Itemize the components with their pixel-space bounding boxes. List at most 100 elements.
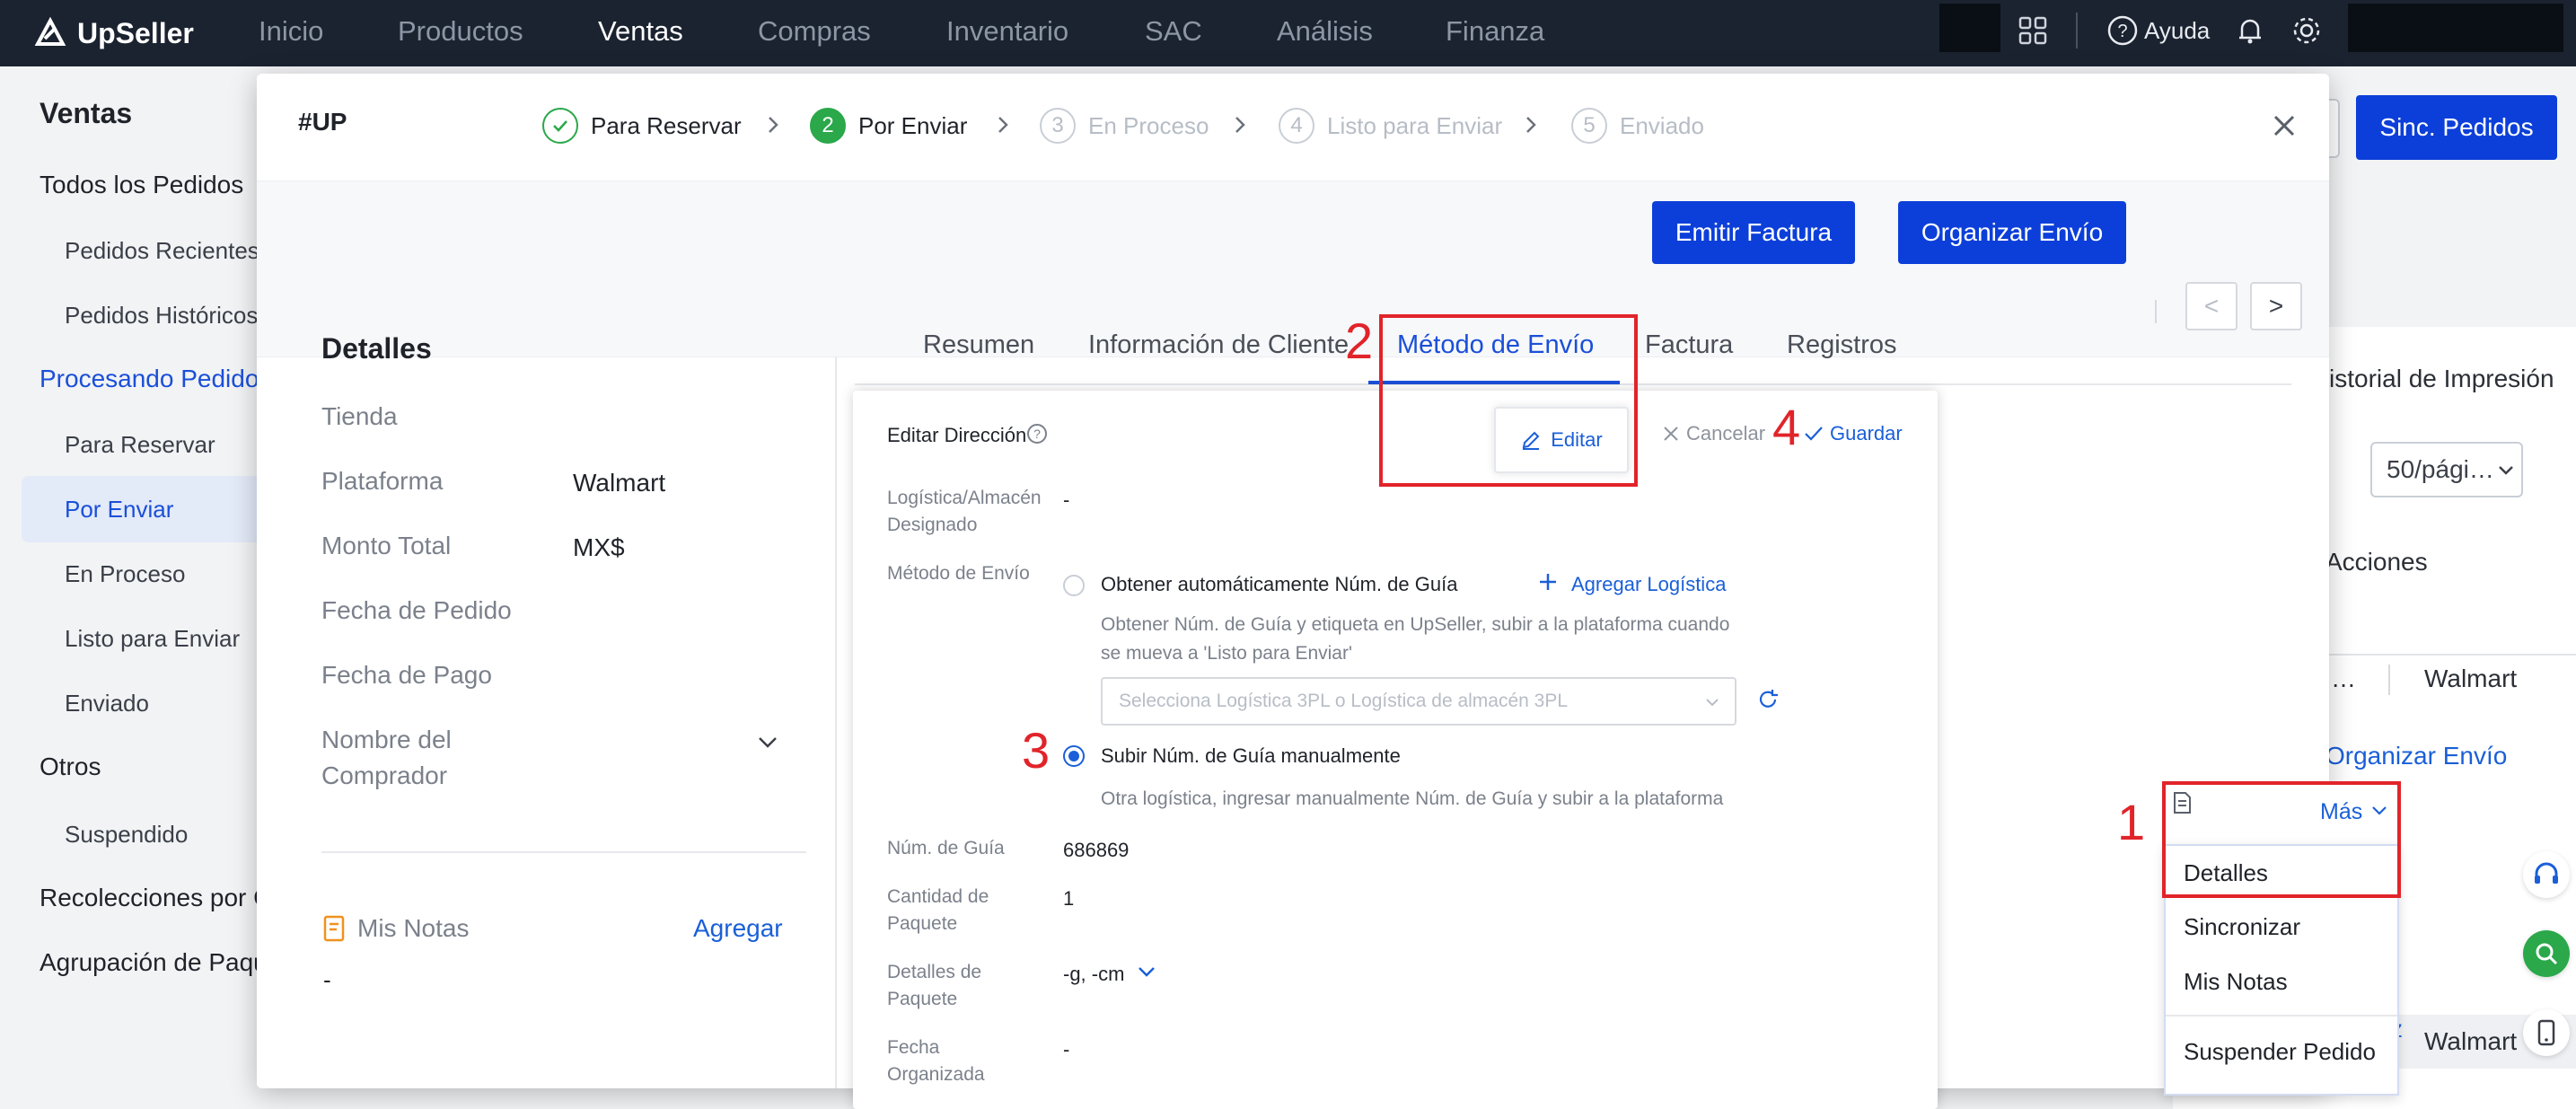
package-qty-label: Cantidad de Paquete [887, 886, 989, 934]
logistics-value: - [1063, 488, 1070, 511]
nav-inicio[interactable]: Inicio [259, 0, 323, 66]
nav-ventas[interactable]: Ventas [598, 0, 683, 66]
shipping-method-label: Método de Envío [887, 563, 1030, 584]
chevron-down-icon [2499, 466, 2513, 475]
annotation-number-3: 3 [1022, 722, 1051, 779]
help-label[interactable]: Ayuda [2144, 13, 2210, 48]
previous-order-button[interactable]: < [2185, 282, 2238, 330]
close-icon[interactable] [2266, 108, 2302, 144]
step-number: 3 [1040, 108, 1076, 144]
user-account-area[interactable] [2348, 4, 2563, 52]
annotation-box-tab [1379, 314, 1638, 487]
print-history-link[interactable]: istorial de Impresión [2329, 365, 2554, 393]
next-order-button[interactable]: > [2250, 282, 2302, 330]
help-icon[interactable]: ? [2106, 14, 2139, 47]
search-float-icon[interactable] [2523, 930, 2570, 977]
arrange-shipping-button[interactable]: Organizar Envío [1898, 201, 2126, 264]
sidebar-item-enviado[interactable]: Enviado [65, 690, 149, 717]
radio-manual-tracking[interactable] [1063, 745, 1085, 767]
sidebar-item-historicos[interactable]: Pedidos Históricos [65, 302, 258, 330]
nav-divider [2076, 13, 2078, 48]
sidebar-item-en-proceso[interactable]: En Proceso [65, 560, 185, 588]
arranged-date-label: Fecha Organizada [887, 1037, 985, 1085]
edit-address-label: Editar Dirección [887, 424, 1027, 446]
logistics-select-placeholder: Selecciona Logística 3PL o Logística de … [1119, 691, 1569, 711]
menu-item-suspender[interactable]: Suspender Pedido [2184, 1038, 2376, 1066]
chevron-down-icon[interactable] [1137, 964, 1156, 979]
check-icon [542, 108, 578, 144]
logistics-3pl-select[interactable]: Selecciona Logística 3PL o Logística de … [1101, 677, 1736, 726]
my-notes-label: Mis Notas [357, 914, 470, 942]
sidebar-item-otros[interactable]: Otros [40, 753, 101, 781]
option-auto-tracking-label[interactable]: Obtener automáticamente Núm. de Guía [1101, 573, 1457, 596]
action-bar-divider [2155, 300, 2157, 323]
brand-name: UpSeller [77, 16, 194, 49]
details-title: Detalles [321, 332, 432, 365]
total-label: Monto Total [321, 532, 452, 559]
step-label: Para Reservar [591, 111, 742, 139]
tab-informacion-cliente[interactable]: Información de Cliente [1088, 330, 1349, 360]
step-number: 4 [1279, 108, 1314, 144]
radio-auto-tracking[interactable] [1063, 575, 1085, 596]
nav-hidden-area [1939, 4, 2000, 52]
chevron-right-icon [769, 117, 778, 133]
refresh-icon[interactable] [1756, 688, 1780, 711]
notes-value: - [323, 966, 331, 993]
plus-icon[interactable] [1537, 571, 1559, 593]
nav-finanza[interactable]: Finanza [1446, 0, 1544, 66]
bell-icon[interactable] [2234, 14, 2266, 47]
tab-factura[interactable]: Factura [1645, 330, 1733, 360]
buyer-name-label: Nombre del Comprador [321, 726, 452, 789]
tab-resumen[interactable]: Resumen [923, 330, 1034, 360]
row-divider [2388, 665, 2390, 695]
add-logistics-link[interactable]: Agregar Logística [1571, 573, 1726, 596]
row-arrange-shipping-link[interactable]: Organizar Envío [2325, 742, 2507, 770]
sidebar-item-suspendido[interactable]: Suspendido [65, 821, 188, 849]
sidebar-item-recientes[interactable]: Pedidos Recientes [65, 237, 259, 265]
menu-item-mis-notas[interactable]: Mis Notas [2184, 968, 2288, 996]
cancel-link[interactable]: Cancelar [1686, 422, 1765, 445]
apps-icon[interactable] [2017, 14, 2049, 47]
notes-bookmark-icon [323, 915, 345, 942]
sidebar-item-listo[interactable]: Listo para Enviar [65, 625, 240, 653]
check-icon[interactable] [1803, 424, 1824, 444]
cancel-x-icon[interactable] [1661, 424, 1681, 444]
sidebar-item-procesando[interactable]: Procesando Pedidos [40, 365, 271, 393]
upseller-logo[interactable]: UpSeller [32, 13, 194, 54]
per-page-value: 50/pági… [2387, 455, 2494, 483]
tracking-number-value: 686869 [1063, 839, 1130, 861]
nav-sac[interactable]: SAC [1145, 0, 1202, 66]
step-listo-para-enviar: 4 Listo para Enviar [1279, 108, 1502, 144]
annotation-number-4: 4 [1772, 399, 1801, 455]
issue-invoice-button[interactable]: Emitir Factura [1652, 201, 1855, 264]
sync-orders-button[interactable]: Sinc. Pedidos [2356, 95, 2557, 160]
info-circle-icon[interactable]: ? [1025, 422, 1049, 445]
nav-compras[interactable]: Compras [758, 0, 871, 66]
logistics-label: Logística/Almacén Designado [887, 488, 1042, 535]
store-label: Tienda [321, 402, 398, 430]
mobile-icon[interactable] [2523, 1009, 2570, 1056]
row-ellipsis: … [2331, 665, 2356, 692]
gear-icon[interactable] [2290, 14, 2323, 47]
package-details-value: -g, -cm [1063, 963, 1125, 985]
svg-text:?: ? [1033, 427, 1041, 441]
sidebar-item-todos[interactable]: Todos los Pedidos [40, 171, 243, 199]
menu-item-sincronizar[interactable]: Sincronizar [2184, 913, 2300, 941]
nav-productos[interactable]: Productos [398, 0, 523, 66]
row-platform: Walmart [2424, 665, 2518, 692]
sidebar-item-por-enviar[interactable]: Por Enviar [65, 496, 173, 524]
row-separator [2325, 654, 2576, 656]
option-manual-tracking-label[interactable]: Subir Núm. de Guía manualmente [1101, 744, 1401, 768]
add-note-link[interactable]: Agregar [693, 914, 783, 943]
total-value: MX$ [573, 533, 625, 561]
per-page-select[interactable]: 50/pági… [2370, 442, 2523, 497]
chevron-down-icon[interactable] [756, 735, 779, 751]
chevron-down-icon [1706, 699, 1719, 707]
nav-inventario[interactable]: Inventario [946, 0, 1068, 66]
save-link[interactable]: Guardar [1830, 422, 1903, 445]
support-headset-icon[interactable] [2523, 851, 2570, 898]
tab-registros[interactable]: Registros [1787, 330, 1897, 360]
nav-analisis[interactable]: Análisis [1277, 0, 1373, 66]
sidebar-item-para-reservar[interactable]: Para Reservar [65, 431, 215, 459]
order-number-title: #UP [298, 108, 347, 136]
